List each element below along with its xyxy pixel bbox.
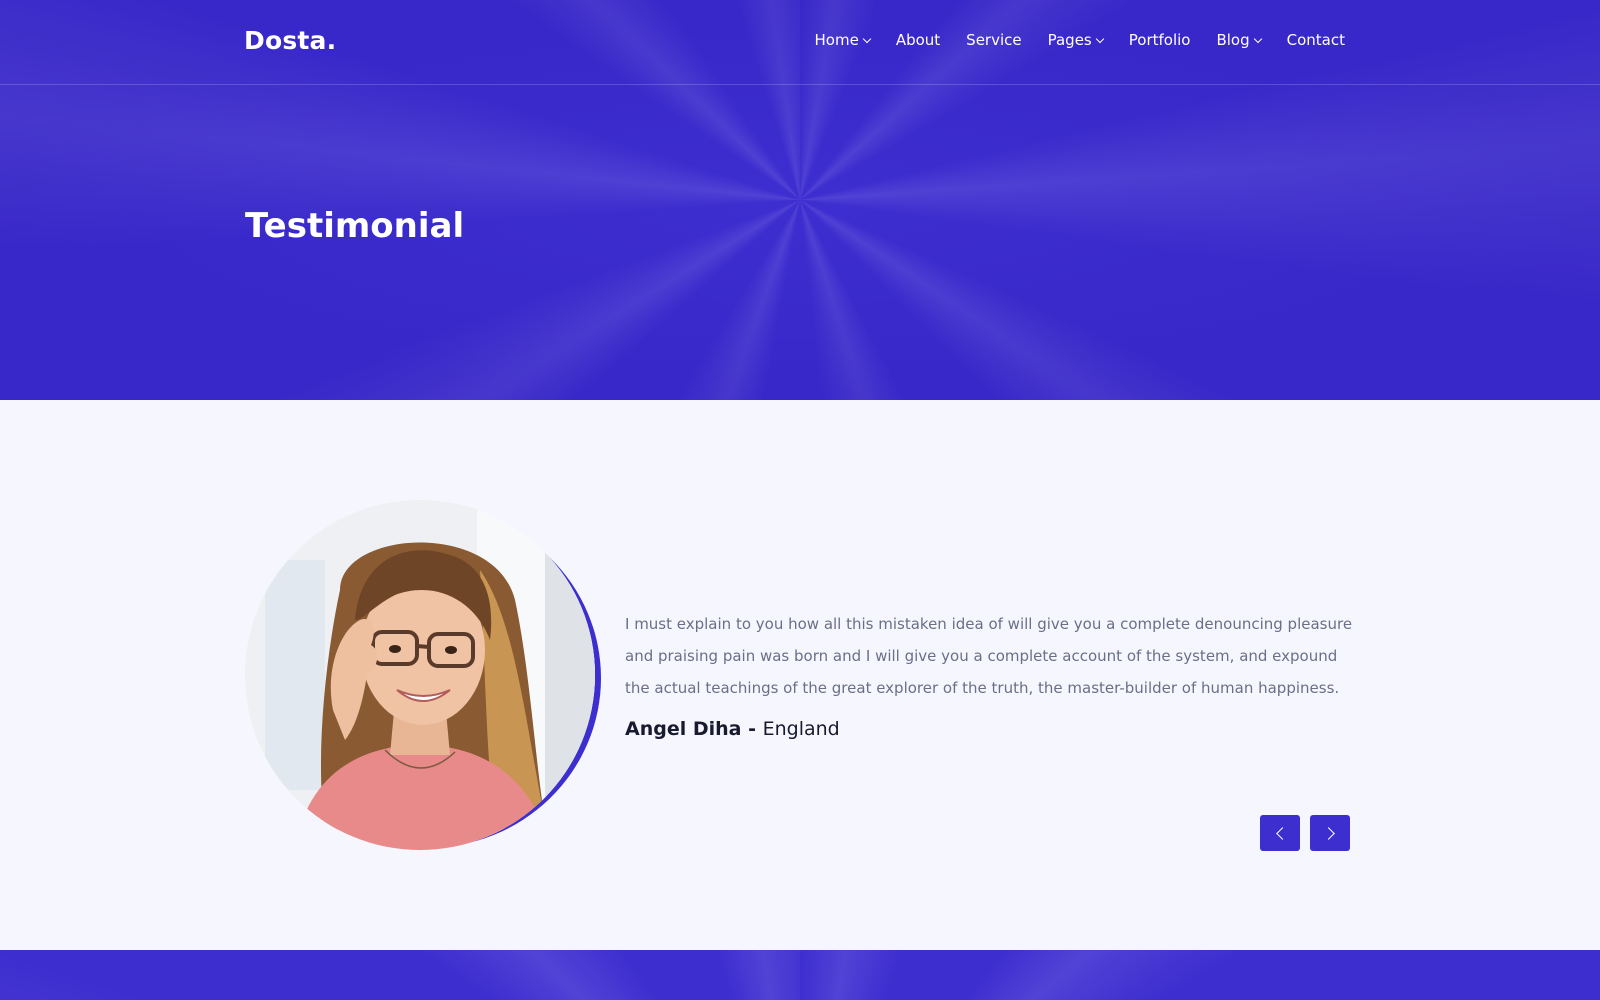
- testimonial-author: Angel Diha - England: [625, 718, 840, 740]
- footer-rays-decoration: [0, 950, 1600, 1000]
- nav-item-label: Contact: [1286, 31, 1345, 49]
- chevron-right-icon: [1321, 826, 1335, 840]
- testimonial-section: I must explain to you how all this mista…: [0, 400, 1600, 950]
- site-logo[interactable]: Dosta.: [244, 26, 336, 55]
- chevron-down-icon: [862, 34, 872, 43]
- testimonial-next-button[interactable]: [1310, 815, 1350, 851]
- nav-item-label: Portfolio: [1128, 31, 1191, 49]
- avatar-photo: [245, 500, 595, 850]
- nav-item-label: Pages: [1047, 31, 1092, 49]
- nav-item-label: Home: [814, 31, 859, 49]
- page-title: Testimonial: [245, 206, 465, 246]
- footer-banner: [0, 950, 1600, 1000]
- testimonial-avatar: [245, 500, 595, 850]
- nav-item-portfolio[interactable]: Portfolio: [1129, 31, 1191, 49]
- nav-item-home[interactable]: Home: [814, 31, 872, 49]
- nav-item-contact[interactable]: Contact: [1287, 31, 1345, 49]
- nav-item-about[interactable]: About: [896, 31, 940, 49]
- nav-item-label: About: [895, 31, 941, 49]
- testimonial-quote: I must explain to you how all this mista…: [625, 615, 1353, 697]
- chevron-left-icon: [1275, 826, 1289, 840]
- nav-item-blog[interactable]: Blog: [1216, 31, 1262, 49]
- nav-item-label: Service: [966, 31, 1022, 49]
- nav-item-pages[interactable]: Pages: [1047, 31, 1104, 49]
- author-name: Angel Diha -: [625, 718, 763, 740]
- testimonial-avatar-wrap: [245, 500, 601, 852]
- navbar: Dosta. Home About Service Pages Portfoli…: [0, 0, 1600, 85]
- author-location: England: [762, 718, 840, 740]
- chevron-down-icon: [1253, 34, 1262, 43]
- nav-item-label: Blog: [1216, 31, 1250, 49]
- main-nav: Home About Service Pages Portfolio Blog …: [789, 31, 1345, 49]
- hero-banner: Dosta. Home About Service Pages Portfoli…: [0, 0, 1600, 400]
- testimonial-prev-button[interactable]: [1260, 815, 1300, 851]
- chevron-down-icon: [1095, 34, 1104, 43]
- nav-item-service[interactable]: Service: [966, 31, 1021, 49]
